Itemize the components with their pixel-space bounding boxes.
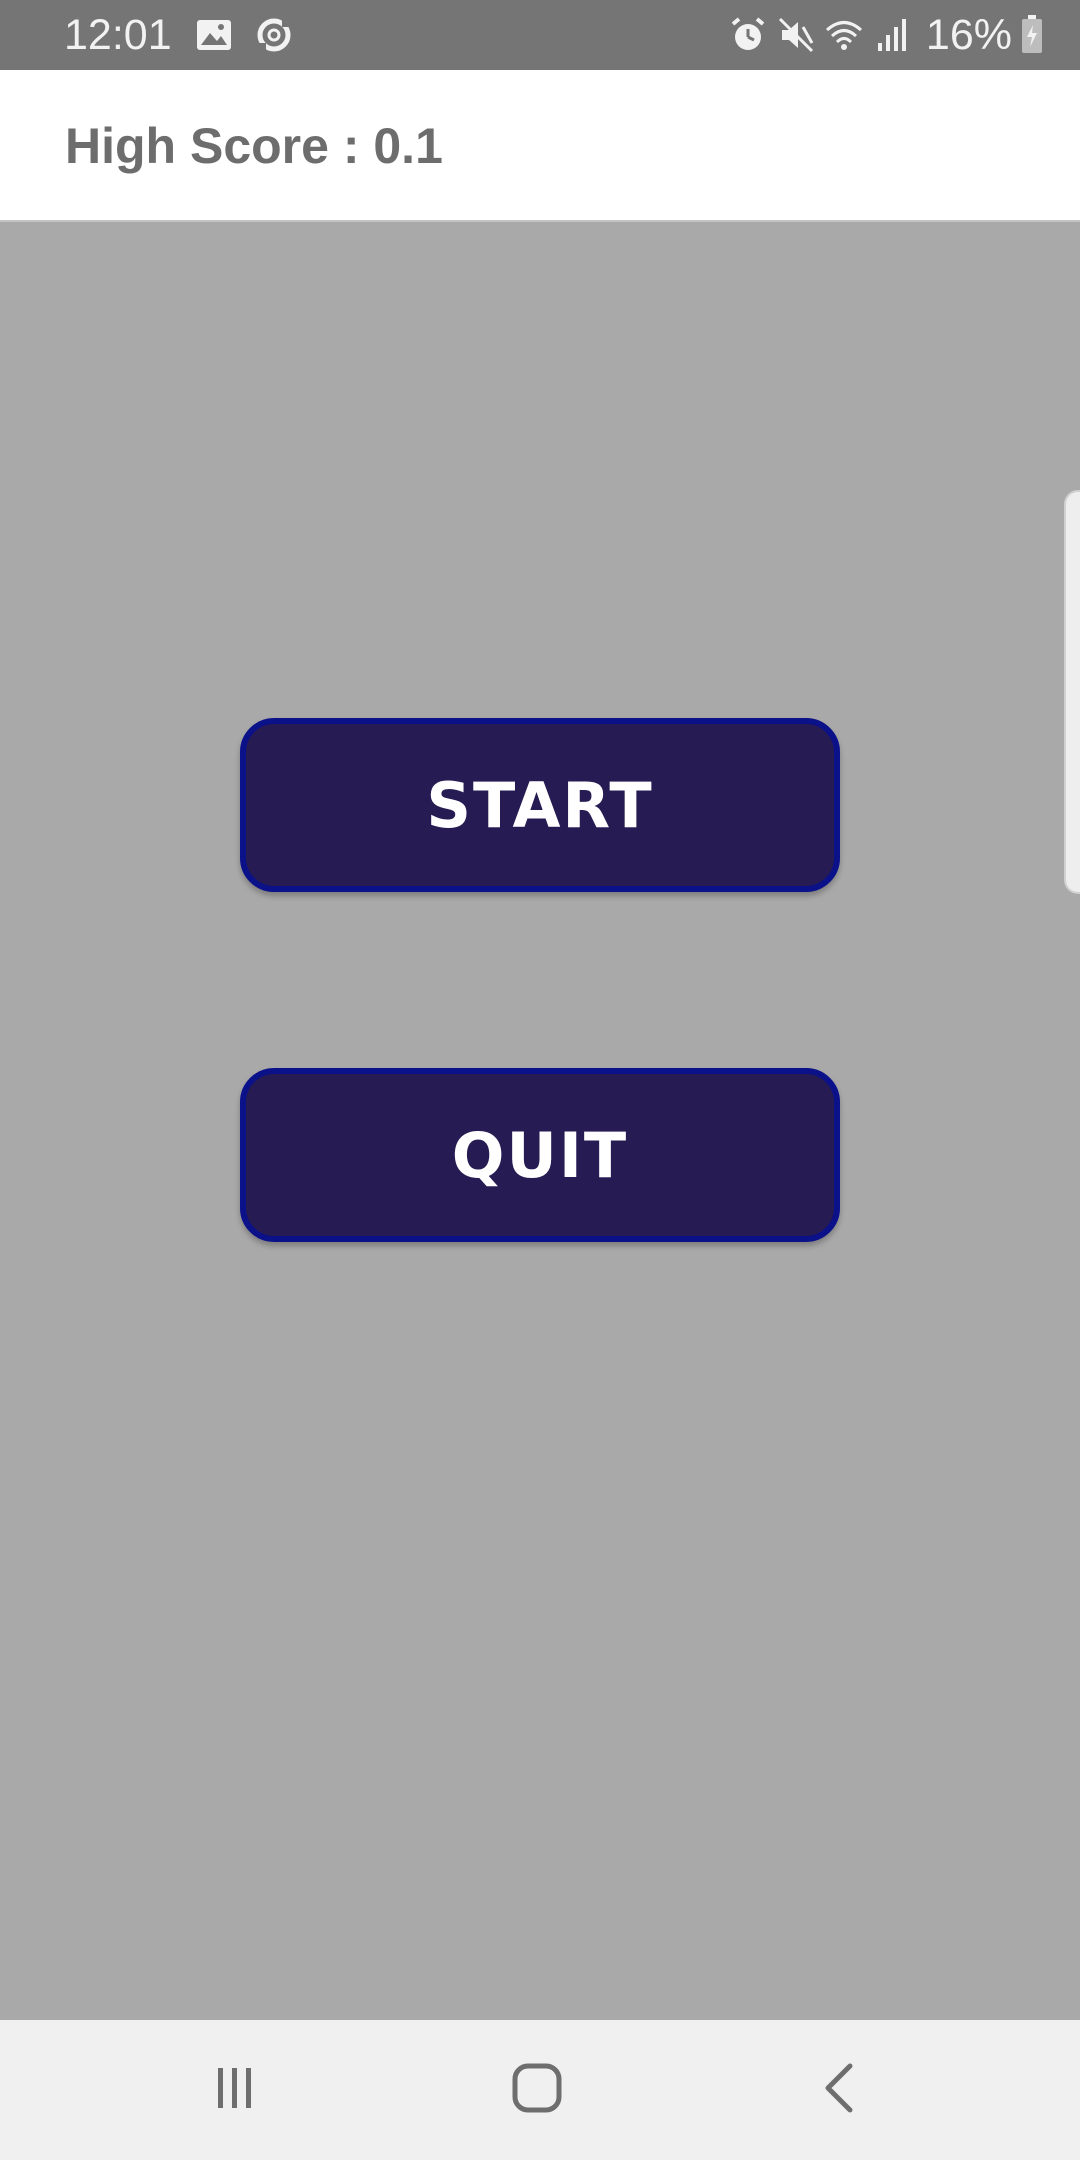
high-score-label: High Score : 0.1 xyxy=(65,118,443,174)
signal-icon xyxy=(872,15,912,55)
back-icon xyxy=(810,2058,870,2123)
navigation-bar xyxy=(0,2020,1080,2160)
status-time: 12:01 xyxy=(64,11,172,59)
quit-button-label: QUIT xyxy=(451,1118,629,1192)
battery-percent: 16% xyxy=(925,11,1012,59)
battery-icon xyxy=(1020,15,1044,55)
mute-icon xyxy=(776,15,816,55)
home-icon xyxy=(507,2058,567,2123)
home-button[interactable] xyxy=(487,2050,587,2130)
recent-apps-icon xyxy=(205,2058,265,2123)
recent-apps-button[interactable] xyxy=(185,2050,285,2130)
start-button-label: START xyxy=(426,768,654,842)
edge-panel-handle[interactable] xyxy=(1064,490,1080,894)
back-button[interactable] xyxy=(790,2050,890,2130)
image-icon xyxy=(194,15,234,55)
sync-icon xyxy=(254,15,294,55)
status-bar: 12:01 16% xyxy=(0,0,1080,70)
status-left-icons xyxy=(194,15,294,55)
alarm-icon xyxy=(728,15,768,55)
quit-button[interactable]: QUIT xyxy=(240,1068,840,1242)
status-right-icons: 16% xyxy=(728,10,1044,60)
app-header: High Score : 0.1 xyxy=(0,70,1080,222)
start-button[interactable]: START xyxy=(240,718,840,892)
wifi-icon xyxy=(824,15,864,55)
